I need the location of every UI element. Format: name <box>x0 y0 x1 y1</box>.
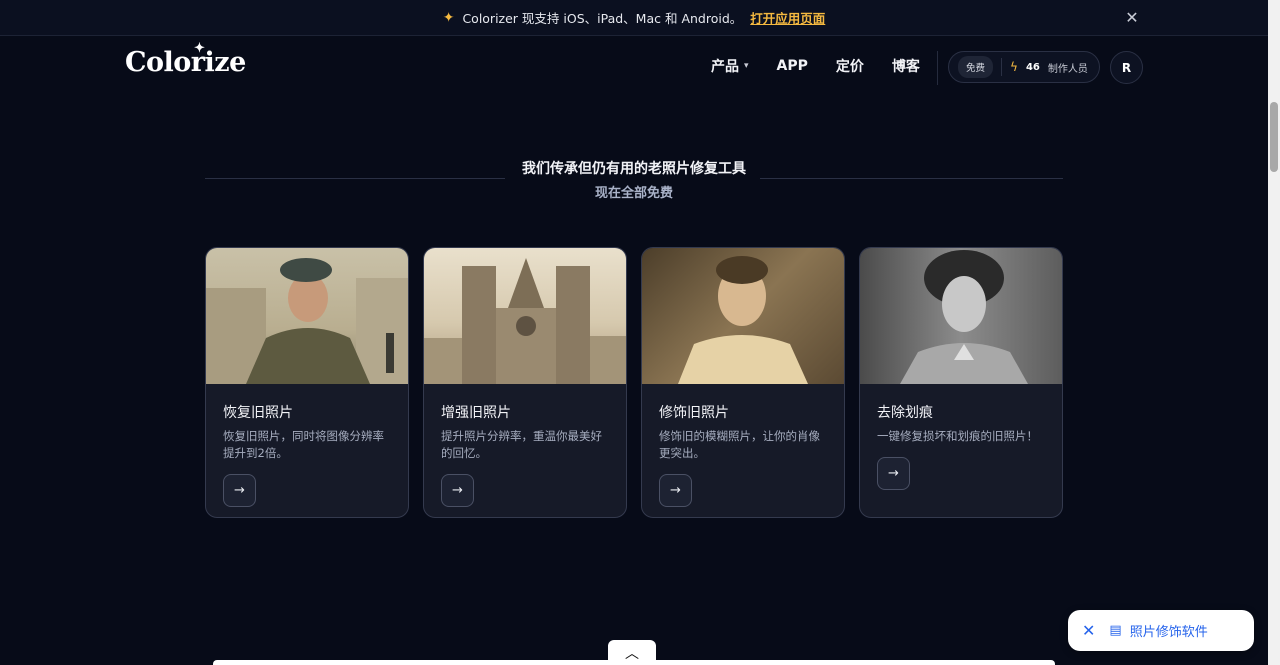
arrow-right-icon: → <box>234 483 245 498</box>
sparkle-icon: ✦ <box>194 41 205 56</box>
nav-label: 博客 <box>891 59 920 75</box>
page: ✦ Colorizer 现支持 iOS、iPad、Mac 和 Android。 … <box>0 0 1280 665</box>
logo[interactable]: Colorize ✦ <box>125 41 246 78</box>
open-app-page-link[interactable]: 打开应用页面 <box>750 8 825 27</box>
close-icon[interactable]: ✕ <box>1082 621 1095 640</box>
card-description: 提升照片分辨率，重温你最美好的回忆。 <box>441 429 602 460</box>
arrow-right-icon: → <box>670 483 681 498</box>
arrow-right-button[interactable]: → <box>441 474 474 507</box>
lightning-icon: ϟ <box>1010 60 1018 74</box>
arrow-right-icon: → <box>452 483 463 498</box>
scrollbar[interactable] <box>1268 0 1280 665</box>
section-heading: 我们传承但仍有用的老照片修复工具 现在全部免费 <box>205 158 1063 206</box>
tool-cards: 恢复旧照片 恢复旧照片，同时将图像分辨率提升到2倍。 → 增强旧照片 提升照片分… <box>205 247 1063 518</box>
card-restore-old-photo[interactable]: 恢复旧照片 恢复旧照片，同时将图像分辨率提升到2倍。 → <box>205 247 409 518</box>
header-divider <box>937 51 938 85</box>
card-photo-cathedral <box>424 248 626 384</box>
section-subtitle: 现在全部免费 <box>594 186 673 201</box>
chevron-up-icon: ︿ <box>625 646 639 662</box>
card-title: 恢复旧照片 <box>223 405 293 421</box>
credits-separator <box>1001 58 1003 76</box>
card-title: 去除划痕 <box>877 405 933 421</box>
sparkles-icon: ✦ <box>442 9 455 26</box>
free-badge: 免费 <box>958 56 994 78</box>
nav-label: 定价 <box>835 59 864 75</box>
nav-item-products[interactable]: 产品 ▾ <box>711 56 749 76</box>
arrow-right-button[interactable]: → <box>659 474 692 507</box>
credits-pill[interactable]: 免费 ϟ 46 制作人员 <box>948 51 1100 83</box>
nav-label: APP <box>776 58 808 74</box>
credits-count: 46 <box>1025 61 1040 73</box>
credits-label: 制作人员 <box>1047 63 1088 75</box>
arrow-right-button[interactable]: → <box>877 457 910 490</box>
card-description: 恢复旧照片，同时将图像分辨率提升到2倍。 <box>223 429 384 460</box>
card-remove-scratches[interactable]: 去除划痕 一键修复损坏和划痕的旧照片！ → <box>859 247 1063 518</box>
card-retouch-old-photo[interactable]: 修饰旧照片 修饰旧的模糊照片，让你的肖像更突出。 → <box>641 247 845 518</box>
card-description: 修饰旧的模糊照片，让你的肖像更突出。 <box>659 429 820 460</box>
floating-widget-label: 照片修饰软件 <box>1129 625 1208 640</box>
avatar[interactable]: R <box>1110 51 1143 84</box>
arrow-right-icon: → <box>888 466 899 481</box>
site-header: Colorize ✦ 产品 ▾ APP 定价 博客 免费 ϟ 46 制作人员 R <box>0 37 1268 97</box>
card-photo-smiling-man <box>642 248 844 384</box>
chevron-down-icon: ▾ <box>744 61 749 71</box>
announcement-text: Colorizer 现支持 iOS、iPad、Mac 和 Android。 <box>462 11 743 26</box>
announcement-bar: ✦ Colorizer 现支持 iOS、iPad、Mac 和 Android。 … <box>0 0 1268 36</box>
card-title: 增强旧照片 <box>441 405 511 421</box>
card-title: 修饰旧照片 <box>659 405 729 421</box>
nav-label: 产品 <box>711 59 739 75</box>
heading-line-left <box>205 178 505 179</box>
section-title: 我们传承但仍有用的老照片修复工具 <box>522 161 746 177</box>
floating-widget: ✕ ▤ 照片修饰软件 <box>1068 610 1254 651</box>
photo-retouch-link[interactable]: ▤ 照片修饰软件 <box>1109 621 1207 640</box>
heading-line-right <box>760 178 1063 179</box>
scroll-up-button[interactable]: ︿ <box>608 640 656 665</box>
card-description: 一键修复损坏和划痕的旧照片！ <box>877 429 1038 443</box>
nav-item-blog[interactable]: 博客 <box>892 56 920 76</box>
close-icon[interactable]: ✕ <box>1122 8 1142 28</box>
card-photo-woman <box>860 248 1062 384</box>
newspaper-icon: ▤ <box>1109 623 1122 638</box>
nav-item-pricing[interactable]: 定价 <box>836 56 864 76</box>
card-photo-soldier <box>206 248 408 384</box>
card-enhance-old-photo[interactable]: 增强旧照片 提升照片分辨率，重温你最美好的回忆。 → <box>423 247 627 518</box>
arrow-right-button[interactable]: → <box>223 474 256 507</box>
main-nav: 产品 ▾ APP 定价 博客 <box>711 56 920 76</box>
logo-text: Colorize <box>125 47 246 78</box>
nav-item-app[interactable]: APP <box>777 56 808 76</box>
scrollbar-thumb[interactable] <box>1270 102 1278 172</box>
